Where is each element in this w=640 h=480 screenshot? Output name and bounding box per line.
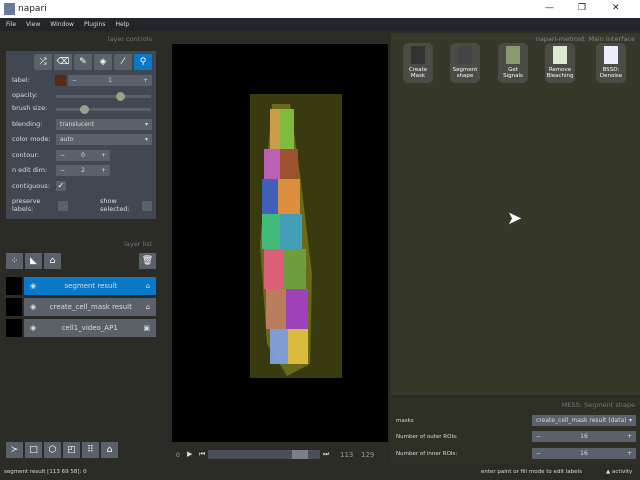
preserve-labels-checkbox[interactable]	[58, 201, 68, 211]
outer-rois-spinbox[interactable]: −16 +	[532, 431, 636, 442]
menu-help[interactable]: Help	[115, 21, 129, 28]
labels-tag-icon: ⌂	[145, 282, 150, 290]
main-interface-header: napari-metroid: Main Interface	[535, 35, 635, 43]
show-selected-checkbox[interactable]	[142, 201, 152, 211]
menu-window[interactable]: Window	[50, 21, 74, 28]
close-button[interactable]: ✕	[612, 3, 620, 13]
inner-rois-label: Number of inner ROIs:	[396, 451, 458, 457]
menu-plugins[interactable]: Plugins	[84, 21, 106, 28]
labels-tag-icon: ⌂	[145, 303, 150, 311]
napari-logo-icon	[4, 3, 15, 15]
viewer-canvas[interactable]	[172, 44, 388, 442]
picker-icon[interactable]: ⁄	[114, 54, 132, 70]
layer-name: create_cell_mask result	[49, 303, 132, 311]
segment-shape-header: MESS: Segment shape	[561, 401, 635, 409]
contiguous-label: contiguous:	[12, 182, 50, 190]
window-title: napari	[18, 4, 47, 14]
blending-select[interactable]: translucent ▾	[56, 119, 152, 130]
dims-current-frame[interactable]: 113	[340, 451, 353, 459]
contour-label: contour:	[12, 151, 40, 159]
masks-label: masks	[396, 418, 414, 424]
maximize-button[interactable]: ❐	[578, 3, 586, 13]
eraser-icon[interactable]: ⌫	[54, 54, 72, 70]
opacity-slider-handle[interactable]	[116, 92, 125, 101]
step-forward-button[interactable]: ⏭	[323, 450, 329, 459]
layer-controls-header: layer controls	[107, 35, 152, 43]
ndisplay-button[interactable]: □	[25, 442, 42, 458]
dims-slider-handle[interactable]	[292, 450, 308, 459]
label-spinbox[interactable]: −1 +	[68, 75, 152, 86]
grid-button[interactable]: ⠿	[82, 442, 99, 458]
activity-button[interactable]: ▲ activity	[606, 469, 632, 475]
layer-item[interactable]: ◉ cell1_video_AP1 ▣	[6, 319, 156, 337]
create-mask-button[interactable]: Create Mask	[403, 43, 433, 83]
eye-icon[interactable]: ◉	[30, 303, 36, 311]
color-mode-select[interactable]: auto ▾	[56, 134, 152, 145]
delete-layer-button[interactable]: 🗑	[139, 253, 156, 269]
blending-label: blending:	[12, 120, 43, 128]
shuffle-icon[interactable]: ⤮	[34, 54, 52, 70]
dims-slider[interactable]	[208, 450, 320, 459]
n-edit-dim-label: n edit dim:	[12, 166, 48, 174]
opacity-label: opacity:	[12, 91, 38, 99]
inner-rois-spinbox[interactable]: −16 +	[532, 448, 636, 459]
fill-icon[interactable]: ◈	[94, 54, 112, 70]
show-selected-label: show selected:	[100, 197, 130, 213]
eye-icon[interactable]: ◉	[30, 324, 36, 332]
step-back-button[interactable]: ⏮	[199, 450, 205, 459]
label-label: label:	[12, 76, 30, 84]
status-help: enter paint or fill mode to edit labels	[481, 469, 582, 475]
layer-item[interactable]: ◉ segment result ⌂	[6, 277, 156, 295]
remove-bleaching-button[interactable]: Remove Bleaching	[545, 43, 575, 83]
cell-image	[250, 94, 342, 378]
zoom-icon[interactable]: ⚲	[134, 54, 152, 70]
minimize-button[interactable]: —	[545, 3, 554, 13]
transpose-button[interactable]: ◰	[63, 442, 80, 458]
get-signals-button[interactable]: Get Signals	[498, 43, 528, 83]
title-bar: napari — ❐ ✕	[0, 0, 640, 18]
eye-icon[interactable]: ◉	[30, 282, 36, 290]
color-mode-label: color mode:	[12, 135, 51, 143]
layer-name: segment result	[64, 282, 118, 290]
menu-bar: File View Window Plugins Help	[0, 18, 640, 31]
new-shapes-layer-button[interactable]: ◣	[25, 253, 42, 269]
preserve-labels-label: preserve labels:	[12, 197, 41, 213]
outer-rois-label: Number of outer ROIs:	[396, 434, 458, 440]
layer-thumbnail	[6, 319, 22, 337]
layer-item[interactable]: ◉ create_cell_mask result ⌂	[6, 298, 156, 316]
segment-shape-button[interactable]: Segment shape	[450, 43, 480, 83]
brush-size-handle[interactable]	[80, 105, 89, 114]
layer-thumbnail	[6, 298, 22, 316]
layer-list-header: layer list	[124, 240, 152, 248]
masks-select[interactable]: create_cell_mask result (data) ▾	[532, 415, 636, 426]
contiguous-checkbox[interactable]: ✓	[56, 181, 66, 191]
brush-size-label: brush size:	[12, 104, 48, 112]
bssd-denoise-button[interactable]: BSSD: Denoise	[596, 43, 626, 83]
roll-dims-button[interactable]: ⬡	[44, 442, 61, 458]
image-icon: ▣	[143, 324, 150, 332]
new-points-layer-button[interactable]: ⁘	[6, 253, 23, 269]
n-edit-dim-spinbox[interactable]: −2 +	[56, 165, 110, 176]
pencil-icon[interactable]: ✎	[74, 54, 92, 70]
brush-size-slider[interactable]	[56, 105, 151, 114]
new-labels-layer-button[interactable]: ⌂	[44, 253, 61, 269]
mouse-cursor-icon: ➤	[507, 208, 523, 229]
contour-spinbox[interactable]: −0 +	[56, 150, 110, 161]
menu-file[interactable]: File	[6, 21, 16, 28]
console-button[interactable]: ≻	[6, 442, 23, 458]
layer-name: cell1_video_AP1	[61, 324, 118, 332]
label-color-swatch	[55, 75, 66, 86]
dims-total-frames: 129	[361, 451, 375, 459]
dims-axis-label: 0	[176, 452, 180, 459]
layer-controls-panel: ⤮ ⌫ ✎ ◈ ⁄ ⚲ label: −1 + opacity: brush si…	[6, 51, 156, 219]
opacity-slider[interactable]	[56, 92, 151, 101]
layer-thumbnail	[6, 277, 22, 295]
menu-view[interactable]: View	[26, 21, 40, 28]
status-left: segment result [113 69 58]: 0	[4, 469, 87, 475]
play-button[interactable]: ▶	[187, 450, 192, 458]
home-button[interactable]: ⌂	[101, 442, 118, 458]
